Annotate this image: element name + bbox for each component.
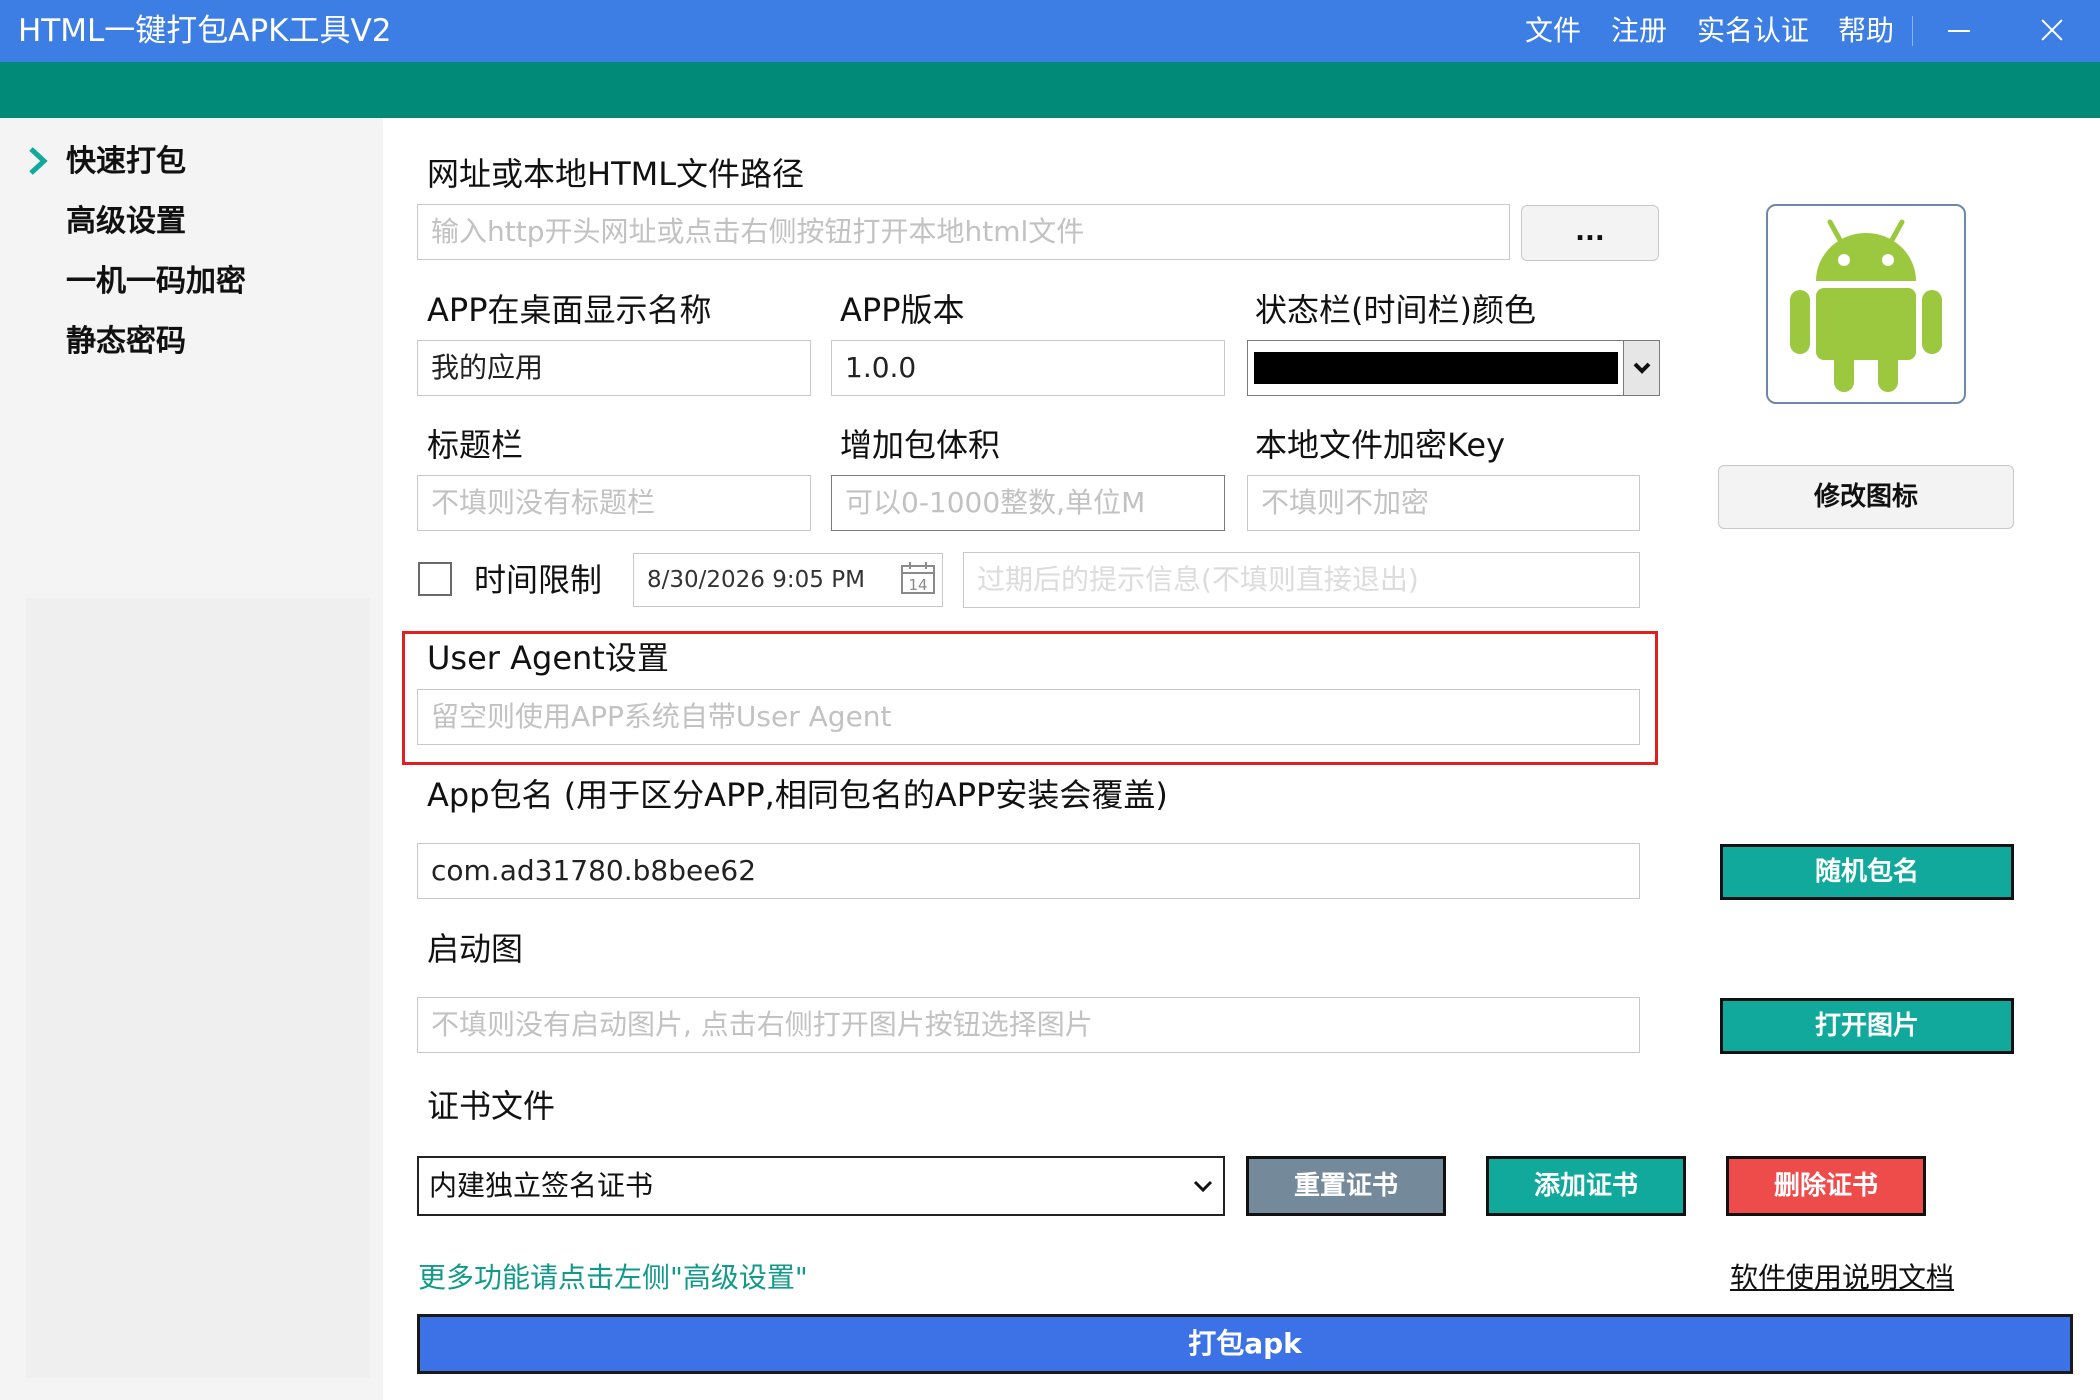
url-label: 网址或本地HTML文件路径	[427, 155, 805, 193]
titlebar-separator	[1912, 16, 1913, 46]
status-bar-color-label: 状态栏(时间栏)颜色	[1255, 291, 1536, 329]
title-bar-input[interactable]: 不填则没有标题栏	[417, 475, 811, 531]
close-icon[interactable]	[2030, 8, 2074, 52]
random-package-button[interactable]: 随机包名	[1720, 844, 2014, 900]
calendar-icon[interactable]: 14	[900, 561, 936, 595]
build-apk-button[interactable]: 打包apk	[417, 1314, 2073, 1374]
chevron-down-icon	[1193, 1180, 1213, 1193]
status-bar-color-picker[interactable]	[1247, 340, 1660, 396]
sidebar-item-static-password[interactable]: 静态密码	[66, 322, 186, 362]
certificate-label: 证书文件	[427, 1087, 556, 1125]
menu-register[interactable]: 注册	[1611, 12, 1667, 50]
expiry-date-value: 8/30/2026 9:05 PM	[647, 567, 865, 593]
app-version-label: APP版本	[840, 291, 965, 329]
time-limit-label: 时间限制	[474, 561, 603, 599]
splash-label: 启动图	[427, 930, 524, 968]
encrypt-key-input[interactable]: 不填则不加密	[1247, 475, 1640, 531]
certificate-selected: 内建独立签名证书	[429, 1169, 654, 1202]
app-name-label: APP在桌面显示名称	[427, 291, 712, 329]
minimize-icon[interactable]	[1938, 8, 1982, 52]
advanced-settings-hint[interactable]: 更多功能请点击左侧"高级设置"	[418, 1258, 808, 1298]
certificate-select[interactable]: 内建独立签名证书	[417, 1156, 1225, 1216]
menu-help[interactable]: 帮助	[1838, 12, 1894, 50]
package-name-label: App包名 (用于区分APP,相同包名的APP安装会覆盖)	[427, 776, 1168, 814]
app-version-input[interactable]: 1.0.0	[831, 340, 1225, 396]
splash-input[interactable]: 不填则没有启动图片, 点击右侧打开图片按钮选择图片	[417, 997, 1640, 1053]
app-name-input[interactable]: 我的应用	[417, 340, 811, 396]
reset-certificate-button[interactable]: 重置证书	[1246, 1156, 1446, 1216]
sidebar-panel	[26, 598, 370, 1378]
expiry-date-picker[interactable]: 8/30/2026 9:05 PM	[633, 553, 943, 607]
header-band	[0, 62, 2100, 118]
menu-real-name[interactable]: 实名认证	[1697, 12, 1809, 50]
encrypt-key-label: 本地文件加密Key	[1255, 426, 1506, 464]
app-icon-preview[interactable]	[1766, 204, 1966, 404]
expiry-message-input[interactable]: 过期后的提示信息(不填则直接退出)	[963, 552, 1640, 608]
sidebar	[0, 118, 383, 1400]
menu-file[interactable]: 文件	[1525, 12, 1581, 50]
package-name-input[interactable]: com.ad31780.b8bee62	[417, 843, 1640, 899]
sidebar-item-quick-pack[interactable]: 快速打包	[66, 142, 186, 182]
package-size-label: 增加包体积	[840, 426, 1001, 464]
change-icon-button[interactable]: 修改图标	[1718, 465, 2014, 529]
user-agent-input[interactable]: 留空则使用APP系统自带User Agent	[417, 689, 1640, 745]
title-bar-label: 标题栏	[427, 426, 524, 464]
calendar-day-number: 14	[908, 576, 927, 594]
open-image-button[interactable]: 打开图片	[1720, 998, 2014, 1054]
chevron-right-icon	[29, 147, 48, 175]
color-dropdown-button[interactable]	[1623, 341, 1659, 395]
app-title: HTML一键打包APK工具V2	[18, 13, 392, 49]
chevron-down-icon	[1633, 362, 1651, 374]
user-agent-label: User Agent设置	[427, 639, 669, 677]
title-bar: HTML一键打包APK工具V2 文件 注册 实名认证 帮助	[0, 0, 2100, 62]
delete-certificate-button[interactable]: 删除证书	[1726, 1156, 1926, 1216]
time-limit-checkbox[interactable]	[418, 562, 452, 596]
add-certificate-button[interactable]: 添加证书	[1486, 1156, 1686, 1216]
sidebar-item-device-encrypt[interactable]: 一机一码加密	[66, 262, 246, 302]
color-swatch	[1254, 352, 1618, 384]
android-robot-icon	[1790, 219, 1942, 392]
package-size-input[interactable]: 可以0-1000整数,单位M	[831, 475, 1225, 531]
sidebar-item-advanced[interactable]: 高级设置	[66, 202, 186, 242]
url-input[interactable]: 输入http开头网址或点击右侧按钮打开本地html文件	[417, 204, 1510, 260]
documentation-link[interactable]: 软件使用说明文档	[1730, 1258, 1954, 1298]
browse-button[interactable]: ...	[1521, 205, 1659, 261]
